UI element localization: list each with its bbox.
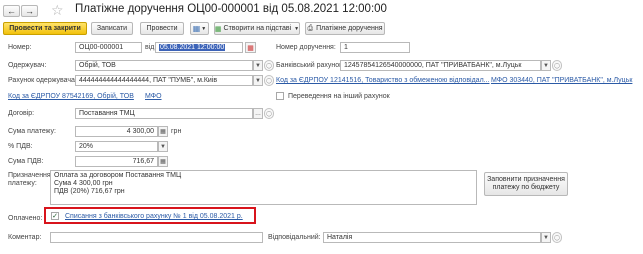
recipient-account-label: Рахунок одержувача: [8,77,77,84]
recipient-open-button[interactable]: ◯ [264,60,274,71]
post-button[interactable]: Провести [140,22,184,35]
number-label: Номер: [8,44,32,51]
recipient-edrpou-link[interactable]: Код за ЄДРПОУ 87542169, Обрій, ТОВ [8,93,134,100]
currency-label: грн [171,128,182,135]
comment-label: Коментар: [8,234,42,241]
contract-dropdown[interactable]: … [253,108,263,119]
responsible-field[interactable]: Наталія [323,232,541,243]
bank-account-field[interactable]: 12457854126540000000, ПАТ "ПРИВАТБАНК", … [340,60,541,71]
chevron-down-icon: ▼ [201,25,207,32]
contract-open-button[interactable]: ◯ [264,108,274,119]
recipient-dropdown[interactable]: ▼ [253,60,263,71]
paid-checkbox[interactable]: ✓ [51,212,59,220]
document-icon: ▦ [214,25,222,33]
forward-button[interactable]: → [21,5,38,17]
transfer-label: Переведення на інший рахунок [288,93,390,100]
order-number-label: Номер доручення: [276,44,336,51]
create-based-on-button[interactable]: ▦ Створити на підставі ▼ [214,22,300,35]
chevron-down-icon: ▼ [543,62,549,69]
structure-button[interactable]: ▦ ▼ [190,22,209,35]
ellipsis-icon: … [255,110,261,117]
recipient-field[interactable]: Обрій, ТОВ [75,60,253,71]
page-title: Платіжне доручення ОЦ00-000001 від 05.08… [75,3,387,15]
open-link-icon: ◯ [266,62,272,69]
bank-account-dropdown[interactable]: ▼ [541,60,551,71]
purpose-label-1: Призначення [8,172,51,179]
responsible-dropdown[interactable]: ▼ [541,232,551,243]
chevron-down-icon: ▼ [255,62,261,69]
chevron-down-icon: ▼ [255,77,261,84]
chevron-down-icon: ▼ [160,143,166,150]
recipient-label: Одержувач: [8,62,47,69]
fill-budget-purpose-button[interactable]: Заповнити призначення платежу по бюджету [484,172,568,196]
purpose-line: ПДВ (20%) 716,67 грн [54,188,125,195]
vat-rate-label: % ПДВ: [8,143,33,150]
back-button[interactable]: ← [3,5,20,17]
chevron-down-icon: ▼ [294,25,300,32]
responsible-label: Відповідальний: [268,234,321,241]
print-icon: ⎙ [307,24,314,32]
recipient-mfo-link[interactable]: МФО [145,93,162,100]
structure-icon: ▦ [192,24,201,33]
amount-label: Сума платежу: [8,128,56,135]
calendar-button[interactable]: ▦ [245,42,256,53]
org-edrpou-link[interactable]: Код за ЄДРПОУ 12141516, Товариство з обм… [276,77,490,84]
date-value: 05.08.2021 12:00:00 [159,44,226,51]
payment-order-print-button[interactable]: ⎙ Платіжне доручення [305,22,385,35]
recipient-account-field[interactable]: 444444444444444444, ПАТ "ПУМБ", м.Киів [75,75,253,86]
open-link-icon: ◯ [266,77,272,84]
org-bank-link[interactable]: МФО 303440, ПАТ "ПРИВАТБАНК", м.Луцьк [491,77,632,84]
purpose-textarea[interactable]: Оплата за договором Поставання ТМЦ Сума … [50,170,477,205]
vat-amount-field[interactable]: 716,67 [75,156,158,167]
save-button[interactable]: Записати [91,22,133,35]
purpose-label-2: платежу: [8,180,37,187]
open-link-icon: ◯ [266,110,272,117]
order-number-field[interactable]: 1 [340,42,410,53]
contract-label: Договір: [8,110,35,117]
number-field[interactable]: ОЦ00-000001 [75,42,142,53]
vat-amount-label: Сума ПДВ: [8,158,44,165]
paid-label: Оплачено: [8,215,43,222]
amount-field[interactable]: 4 300,00 [75,126,158,137]
contract-field[interactable]: Поставання ТМЦ [75,108,253,119]
checkmark-icon: ✓ [52,212,58,220]
open-link-icon: ◯ [554,62,560,69]
chevron-down-icon: ▼ [543,234,549,241]
star-icon[interactable]: ☆ [51,2,64,19]
date-field[interactable]: 05.08.2021 12:00:00 [155,42,243,53]
amount-calculator-button[interactable]: ▦ [158,126,168,137]
vat-rate-dropdown[interactable]: ▼ [158,141,168,152]
bank-writeoff-link[interactable]: Списання з банківського рахунку № 1 від … [65,213,243,220]
calculator-icon: ▦ [160,129,166,135]
calendar-icon: ▦ [247,44,254,52]
responsible-open-button[interactable]: ◯ [552,232,562,243]
vat-rate-field[interactable]: 20% [75,141,158,152]
purpose-line: Сума 4 300,00 грн [54,180,113,187]
bank-account-open-button[interactable]: ◯ [552,60,562,71]
recipient-account-open-button[interactable]: ◯ [264,75,274,86]
comment-field[interactable] [50,232,263,243]
open-link-icon: ◯ [554,234,560,241]
calculator-icon: ▦ [160,159,166,165]
post-and-close-button[interactable]: Провести та закрити [3,22,87,35]
vat-amount-calculator-button[interactable]: ▦ [158,156,168,167]
bank-account-label: Банківський рахунок: [276,62,345,69]
transfer-checkbox[interactable] [276,92,284,100]
recipient-account-dropdown[interactable]: ▼ [253,75,263,86]
purpose-line: Оплата за договором Поставання ТМЦ [54,172,182,179]
